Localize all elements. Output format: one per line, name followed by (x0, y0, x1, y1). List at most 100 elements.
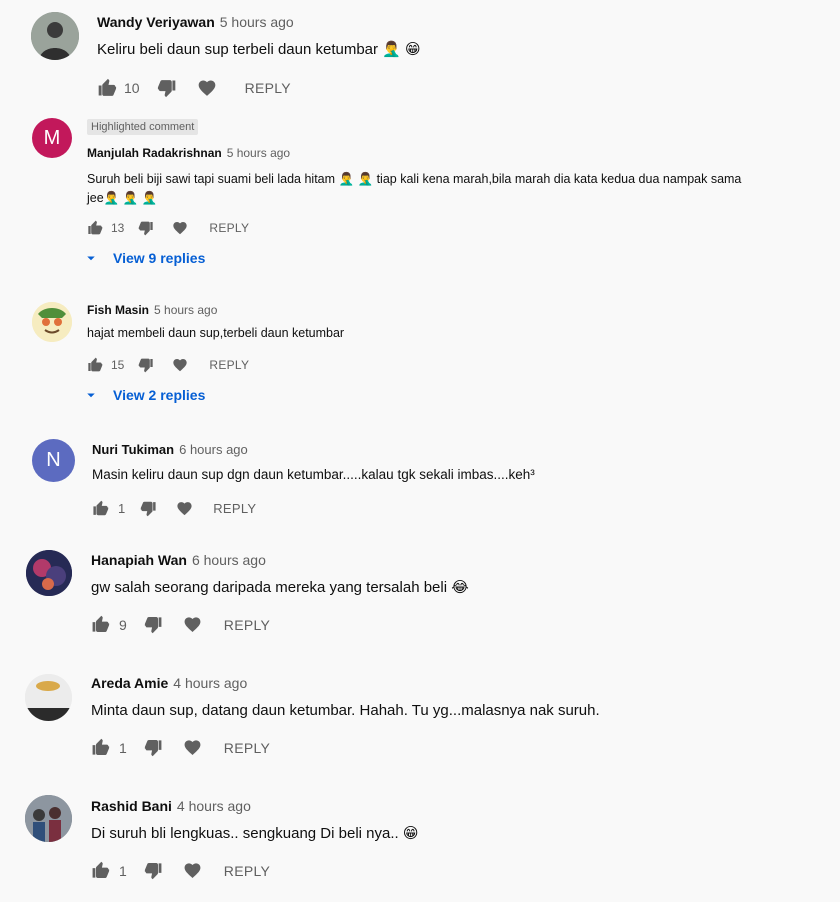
action-bar: 1 REPLY (92, 500, 256, 517)
like-count: 13 (111, 221, 125, 235)
thumbs-down-icon (138, 220, 154, 236)
like-button[interactable] (97, 78, 117, 98)
comment-header: Nuri Tukiman 6 hours ago (92, 442, 248, 457)
comment-thread: Areda Amie 4 hours ago Minta daun sup, da… (0, 660, 840, 780)
author-name[interactable]: Fish Masin (87, 303, 149, 317)
comment-text: Di suruh bli lengkuas.. sengkuang Di bel… (91, 825, 419, 842)
heart-button[interactable] (183, 615, 202, 634)
action-bar: 1 REPLY (91, 738, 270, 757)
author-name[interactable]: Nuri Tukiman (92, 442, 174, 457)
user-photo-icon (25, 674, 72, 721)
thumbs-up-icon (87, 357, 103, 373)
thumbs-up-icon (91, 861, 110, 880)
reply-button[interactable]: REPLY (209, 221, 249, 235)
like-button[interactable] (87, 220, 103, 236)
avatar-letter: M (43, 126, 61, 149)
timestamp[interactable]: 4 hours ago (173, 675, 247, 691)
comment-header: Areda Amie 4 hours ago (91, 675, 247, 691)
author-name[interactable]: Hanapiah Wan (91, 552, 187, 568)
thumbs-down-icon (157, 78, 177, 98)
heart-icon (176, 500, 193, 517)
view-replies-button[interactable]: View 9 replies (82, 249, 205, 267)
heart-icon (183, 615, 202, 634)
reply-button[interactable]: REPLY (224, 617, 270, 633)
like-count: 15 (111, 358, 125, 372)
avatar[interactable]: M (32, 118, 72, 158)
thumbs-down-icon (144, 738, 163, 757)
reply-button[interactable]: REPLY (245, 80, 291, 96)
avatar-letter: N (46, 449, 61, 471)
comment-text: Minta daun sup, datang daun ketumbar. Ha… (91, 702, 600, 719)
author-name[interactable]: Areda Amie (91, 675, 168, 691)
view-replies-label: View 9 replies (113, 250, 206, 266)
like-button[interactable] (91, 861, 110, 880)
thumbs-down-icon (144, 861, 163, 880)
heart-button[interactable] (183, 738, 202, 757)
caret-down-icon (82, 386, 100, 404)
heart-icon (183, 738, 202, 757)
like-button[interactable] (87, 357, 103, 373)
like-button[interactable] (91, 615, 110, 634)
heart-button[interactable] (172, 220, 188, 236)
comment-text: Suruh beli biji sawi tapi suami beli lad… (87, 170, 741, 208)
like-count: 9 (119, 616, 127, 633)
action-bar: 1 REPLY (91, 861, 270, 880)
like-count: 1 (118, 501, 126, 516)
comment-header: Manjulah Radakrishnan 5 hours ago (87, 146, 290, 160)
timestamp[interactable]: 5 hours ago (220, 14, 294, 30)
heart-icon (197, 78, 217, 98)
comment-header: Fish Masin 5 hours ago (87, 303, 217, 317)
heart-button[interactable] (197, 78, 217, 98)
dislike-button[interactable] (144, 615, 163, 634)
comment-thread: Fish Masin 5 hours ago hajat membeli daun… (0, 280, 840, 430)
dislike-button[interactable] (144, 738, 163, 757)
cartoon-avatar-icon (32, 302, 72, 342)
reply-button[interactable]: REPLY (224, 863, 270, 879)
action-bar: 13 REPLY (87, 220, 249, 236)
thumbs-up-icon (91, 738, 110, 757)
author-name[interactable]: Manjulah Radakrishnan (87, 146, 222, 160)
comment-text: gw salah seorang daripada mereka yang te… (91, 579, 469, 596)
dislike-button[interactable] (144, 861, 163, 880)
avatar[interactable] (32, 302, 72, 342)
reply-button[interactable]: REPLY (224, 740, 270, 756)
dislike-button[interactable] (140, 500, 157, 517)
comment-thread: M Highlighted comment Manjulah Radakrish… (0, 110, 840, 280)
comment-header: Wandy Veriyawan 5 hours ago (97, 14, 294, 30)
timestamp[interactable]: 5 hours ago (154, 303, 217, 317)
author-name[interactable]: Wandy Veriyawan (97, 14, 215, 30)
avatar[interactable]: N (32, 439, 75, 482)
heart-button[interactable] (172, 357, 188, 373)
author-name[interactable]: Rashid Bani (91, 798, 172, 814)
heart-icon (183, 861, 202, 880)
thumbs-up-icon (87, 220, 103, 236)
like-count: 1 (119, 862, 127, 879)
user-photo-icon (26, 550, 72, 596)
thumbs-up-icon (91, 615, 110, 634)
avatar[interactable] (26, 550, 72, 596)
dislike-button[interactable] (138, 357, 154, 373)
user-photo-icon (31, 12, 79, 60)
dislike-button[interactable] (157, 78, 177, 98)
thumbs-up-icon (97, 78, 117, 98)
view-replies-button[interactable]: View 2 replies (82, 386, 205, 404)
dislike-button[interactable] (138, 220, 154, 236)
heart-button[interactable] (176, 500, 193, 517)
heart-button[interactable] (183, 861, 202, 880)
avatar[interactable] (31, 12, 79, 60)
like-button[interactable] (92, 500, 109, 517)
thumbs-down-icon (140, 500, 157, 517)
action-bar: 15 REPLY (87, 357, 249, 373)
like-button[interactable] (91, 738, 110, 757)
timestamp[interactable]: 6 hours ago (192, 552, 266, 568)
timestamp[interactable]: 6 hours ago (179, 442, 248, 457)
comment-text-line: Suruh beli biji sawi tapi suami beli lad… (87, 172, 742, 186)
like-count: 1 (119, 739, 127, 756)
timestamp[interactable]: 4 hours ago (177, 798, 251, 814)
timestamp[interactable]: 5 hours ago (227, 146, 290, 160)
avatar[interactable] (25, 674, 72, 721)
avatar[interactable] (25, 795, 72, 842)
reply-button[interactable]: REPLY (209, 358, 249, 372)
highlighted-badge: Highlighted comment (87, 119, 199, 135)
reply-button[interactable]: REPLY (213, 501, 256, 516)
